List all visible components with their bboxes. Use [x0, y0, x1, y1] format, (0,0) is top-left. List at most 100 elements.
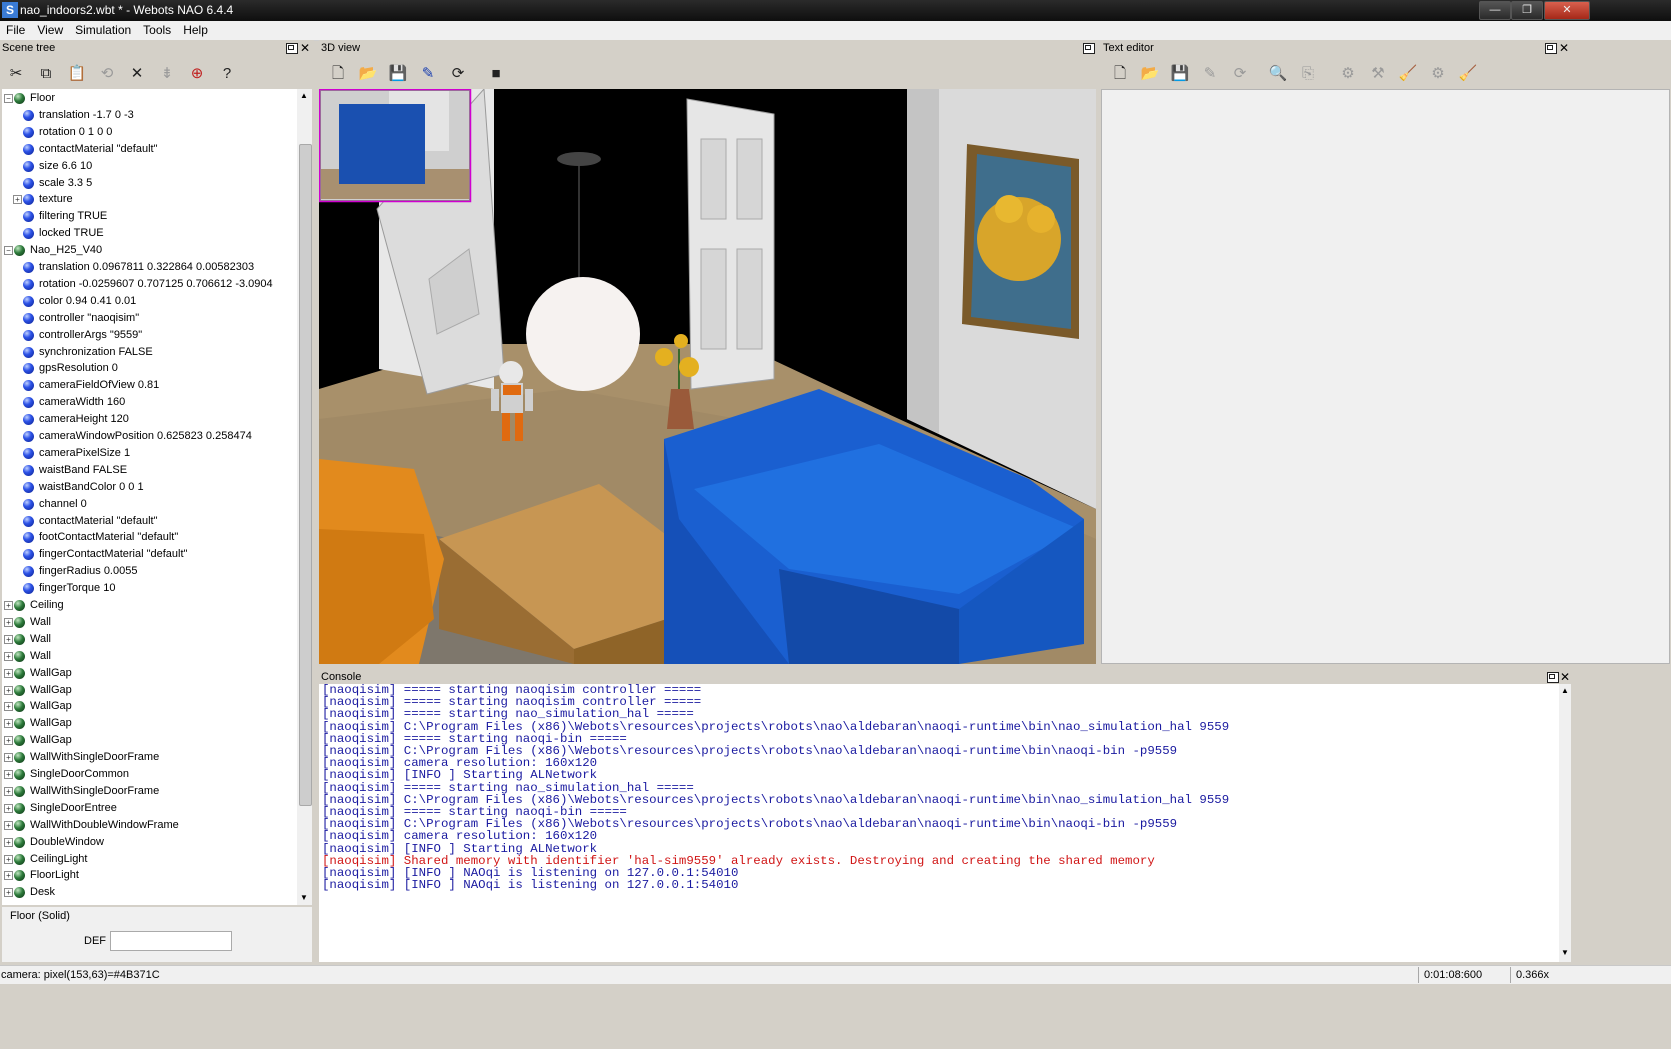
node-icon: [14, 752, 25, 764]
text-editor-area[interactable]: [1101, 89, 1670, 664]
tree-item-label: cameraPixelSize 1: [39, 446, 131, 459]
close-panel-icon[interactable]: ✕: [300, 40, 310, 56]
expand-icon[interactable]: +: [4, 871, 13, 881]
expand-icon[interactable]: +: [4, 719, 13, 729]
field-icon: [23, 228, 34, 240]
find-icon[interactable]: 🔍: [1267, 64, 1289, 84]
expand-icon[interactable]: +: [4, 820, 13, 830]
3d-viewport[interactable]: [319, 89, 1096, 664]
copy-icon[interactable]: ⧉: [35, 64, 57, 84]
expand-icon[interactable]: +: [4, 736, 13, 746]
tree-item-label: fingerTorque 10: [39, 582, 116, 595]
make-icon[interactable]: ⚙: [1427, 64, 1449, 84]
reset-field-icon[interactable]: ⟲: [96, 64, 118, 84]
minimize-button[interactable]: —: [1479, 1, 1511, 20]
scene-tree[interactable]: − Floor translation -1.7 0 -3 rotation 0 1 …: [2, 89, 297, 905]
revert-file-icon[interactable]: ⟳: [1229, 64, 1251, 84]
stop-icon[interactable]: ■: [485, 64, 507, 84]
node-icon: [14, 93, 25, 104]
delete-icon[interactable]: ✕: [126, 64, 148, 84]
expand-icon[interactable]: +: [4, 803, 13, 813]
expand-icon[interactable]: +: [4, 668, 13, 678]
field-icon: [23, 295, 34, 307]
add-node-icon[interactable]: ⊕: [186, 64, 208, 84]
expand-icon[interactable]: +: [4, 601, 13, 610]
undock-icon[interactable]: [1547, 672, 1559, 683]
save-world-icon[interactable]: 💾: [387, 64, 409, 84]
tree-item-label: WallWithSingleDoorFrame: [30, 784, 160, 797]
expand-icon[interactable]: +: [4, 702, 13, 712]
build-icon[interactable]: ⚙: [1337, 64, 1359, 84]
expand-icon[interactable]: +: [4, 854, 13, 864]
expand-icon[interactable]: +: [13, 195, 22, 205]
expand-icon[interactable]: +: [4, 770, 13, 779]
status-divider: [1510, 967, 1511, 983]
close-window-button[interactable]: ✕: [1544, 1, 1590, 20]
cut-icon[interactable]: ✂: [5, 64, 27, 84]
collapse-icon[interactable]: −: [4, 94, 13, 103]
expand-icon[interactable]: +: [4, 634, 13, 644]
expand-icon[interactable]: +: [4, 651, 13, 661]
tree-item-label: translation 0.0967811 0.322864 0.0058230…: [39, 261, 255, 273]
replace-icon[interactable]: ⎘: [1297, 64, 1319, 84]
console-scrollbar[interactable]: ▲ ▼: [1559, 684, 1571, 962]
tree-item-label: fingerContactMaterial "default": [39, 548, 188, 561]
scene-tree-scrollbar[interactable]: ▲ ▼: [297, 89, 312, 905]
menu-help[interactable]: Help: [177, 21, 214, 37]
expand-icon[interactable]: +: [4, 753, 13, 763]
new-file-icon[interactable]: 🗋: [1109, 64, 1131, 84]
clean-icon[interactable]: 🧹: [1397, 64, 1419, 84]
node-icon: [14, 735, 25, 747]
undock-icon[interactable]: [1545, 43, 1557, 54]
field-icon: [23, 447, 34, 459]
scroll-down-icon[interactable]: ▼: [300, 893, 308, 902]
cross-compile-icon[interactable]: 🧹: [1457, 64, 1479, 84]
collapse-icon[interactable]: −: [4, 246, 13, 256]
field-icon: [23, 194, 34, 206]
compile-icon[interactable]: ⚒: [1367, 64, 1389, 84]
revert-world-icon[interactable]: ⟳: [447, 64, 469, 84]
scrollbar-thumb[interactable]: [299, 144, 312, 806]
menu-file[interactable]: File: [0, 21, 31, 37]
scroll-up-icon[interactable]: ▲: [1561, 686, 1569, 695]
transform-icon[interactable]: ⇟: [156, 64, 178, 84]
expand-icon[interactable]: +: [4, 786, 13, 796]
menu-view[interactable]: View: [31, 21, 69, 37]
3d-scene: [319, 89, 1096, 664]
undock-icon[interactable]: [286, 43, 298, 54]
save-all-icon[interactable]: ✎: [1199, 64, 1221, 84]
tree-item-label: SingleDoorEntree: [30, 801, 117, 814]
maximize-button[interactable]: ❐: [1511, 1, 1543, 20]
text-editor-title: Text editor: [1103, 42, 1154, 54]
scroll-up-icon[interactable]: ▲: [300, 91, 308, 100]
save-file-icon[interactable]: 💾: [1169, 64, 1191, 84]
def-input[interactable]: [110, 931, 232, 951]
save-as-icon[interactable]: ✎: [417, 64, 439, 84]
open-file-icon[interactable]: 📂: [1139, 64, 1161, 84]
close-panel-icon[interactable]: ✕: [1559, 40, 1569, 56]
expand-icon[interactable]: +: [4, 837, 13, 847]
node-icon: [14, 802, 25, 814]
menu-tools[interactable]: Tools: [137, 21, 177, 37]
tree-item-label: Wall: [30, 632, 51, 645]
expand-icon[interactable]: +: [4, 888, 13, 898]
scene-tree-title: Scene tree: [2, 42, 56, 54]
console-output[interactable]: [naoqisim] ===== starting naoqisim contr…: [319, 684, 1559, 962]
field-icon: [23, 464, 34, 476]
expand-icon[interactable]: +: [4, 617, 13, 627]
simulation-time: 0:01:08:600: [1424, 969, 1483, 981]
node-icon: [14, 718, 25, 730]
tree-item-label: CeilingLight: [30, 852, 88, 865]
tree-item-label: waistBand FALSE: [39, 463, 128, 476]
new-world-icon[interactable]: 🗋: [327, 64, 349, 84]
scroll-down-icon[interactable]: ▼: [1561, 948, 1569, 957]
node-icon: [14, 633, 25, 645]
help-icon[interactable]: ?: [216, 64, 238, 84]
close-panel-icon[interactable]: ✕: [1560, 669, 1570, 685]
open-world-icon[interactable]: 📂: [357, 64, 379, 84]
node-icon: [14, 769, 25, 780]
paste-icon[interactable]: 📋: [66, 64, 88, 84]
expand-icon[interactable]: +: [4, 685, 13, 695]
undock-icon[interactable]: [1083, 43, 1095, 54]
menu-simulation[interactable]: Simulation: [69, 21, 137, 37]
